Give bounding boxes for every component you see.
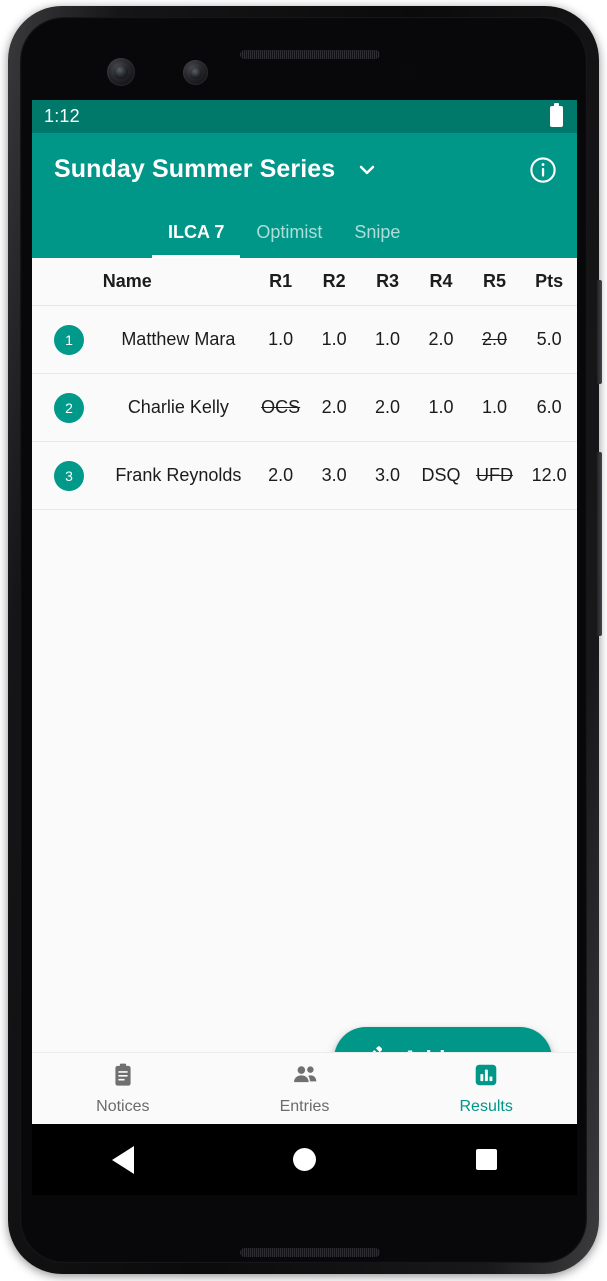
class-tab-bar: ILCA 7 Optimist Snipe	[32, 206, 577, 258]
rank-cell: 3	[32, 442, 95, 510]
score-r4: DSQ	[421, 465, 461, 485]
results-table-header: Name R1 R2 R3 R4 R5 Pts	[32, 258, 577, 306]
tab-label: Optimist	[256, 221, 323, 242]
back-triangle-icon[interactable]	[111, 1145, 134, 1174]
rank-cell: 2	[32, 374, 95, 442]
rank-badge: 2	[54, 392, 84, 423]
score-r1: 1.0	[268, 329, 294, 349]
info-circle-icon[interactable]	[523, 150, 563, 190]
tab-label: ILCA 7	[168, 221, 225, 242]
android-navigation-bar	[32, 1124, 577, 1195]
battery-full-icon	[550, 103, 563, 127]
header-r5: R5	[467, 258, 522, 306]
table-row[interactable]: 2 Charlie Kelly OCS 2.0 2.0 1.0 1.0 6.0	[32, 374, 577, 442]
power-button[interactable]	[597, 280, 602, 384]
competitor-name: Frank Reynolds	[115, 464, 242, 485]
nav-item-notices[interactable]: Notices	[32, 1053, 214, 1124]
total-points: 6.0	[536, 397, 562, 417]
score-r3: 3.0	[375, 465, 401, 485]
score-r3: 2.0	[375, 397, 401, 417]
rank-badge: 3	[54, 460, 84, 491]
phone-screen: 1:12 Sunday Summer Series ILCA 7 Optimis…	[32, 100, 577, 1195]
tab-snipe[interactable]: Snipe	[338, 206, 416, 258]
tab-ilca-7[interactable]: ILCA 7	[152, 206, 241, 258]
score-r1: OCS	[261, 397, 301, 417]
rank-cell: 1	[32, 306, 95, 374]
nav-item-results[interactable]: Results	[395, 1053, 577, 1124]
bottom-speaker-grille	[240, 1248, 380, 1257]
earpiece-speaker	[240, 50, 380, 59]
bar-chart-icon	[473, 1062, 499, 1093]
header-r4: R4	[414, 258, 468, 306]
competitor-name: Matthew Mara	[121, 328, 236, 349]
page-title: Sunday Summer Series	[54, 155, 336, 183]
total-points: 12.0	[531, 465, 567, 485]
front-camera-icon	[107, 58, 135, 86]
tab-optimist[interactable]: Optimist	[240, 206, 338, 258]
results-table: Name R1 R2 R3 R4 R5 Pts 1 Matthew Mara 1…	[32, 258, 577, 510]
header-name: Name	[94, 258, 254, 306]
app-bar-top-row: Sunday Summer Series	[32, 133, 577, 206]
nav-label: Notices	[96, 1097, 150, 1115]
volume-button[interactable]	[597, 452, 602, 636]
front-camera-secondary-icon	[183, 60, 208, 85]
score-r4: 2.0	[428, 329, 454, 349]
competitor-name: Charlie Kelly	[127, 396, 229, 417]
clipboard-icon	[110, 1062, 136, 1093]
results-table-body: 1 Matthew Mara 1.0 1.0 1.0 2.0 2.0 5.0 2…	[32, 306, 577, 510]
score-r3: 1.0	[375, 329, 401, 349]
app-bar: Sunday Summer Series ILCA 7 Optimist Sni…	[32, 133, 577, 258]
score-r2: 2.0	[321, 397, 347, 417]
table-row[interactable]: 1 Matthew Mara 1.0 1.0 1.0 2.0 2.0 5.0	[32, 306, 577, 374]
status-bar: 1:12	[32, 100, 577, 133]
tab-bar-spacer	[38, 206, 152, 258]
score-r5: 2.0	[481, 329, 507, 349]
chevron-down-icon[interactable]	[349, 152, 385, 188]
status-bar-time: 1:12	[44, 106, 80, 126]
header-pts: Pts	[521, 258, 577, 306]
score-r5: UFD	[475, 465, 513, 485]
header-rank	[32, 258, 95, 306]
score-r5: 1.0	[481, 397, 507, 417]
header-r3: R3	[360, 258, 415, 306]
score-r4: 1.0	[428, 397, 454, 417]
tab-label: Snipe	[354, 221, 401, 242]
nav-label: Entries	[279, 1097, 330, 1115]
home-circle-icon[interactable]	[293, 1148, 317, 1171]
rank-badge: 1	[54, 324, 84, 355]
score-r2: 3.0	[321, 465, 347, 485]
header-r2: R2	[307, 258, 361, 306]
people-icon	[291, 1062, 319, 1093]
nav-label: Results	[459, 1097, 513, 1115]
bottom-navigation-bar: Notices Entries Results	[32, 1052, 577, 1124]
score-r1: 2.0	[268, 465, 294, 485]
results-content: Name R1 R2 R3 R4 R5 Pts 1 Matthew Mara 1…	[32, 258, 577, 1124]
score-r2: 1.0	[321, 329, 347, 349]
table-header-row: Name R1 R2 R3 R4 R5 Pts	[32, 258, 577, 306]
recents-square-icon[interactable]	[476, 1149, 498, 1170]
total-points: 5.0	[536, 329, 562, 349]
header-r1: R1	[253, 258, 308, 306]
proximity-sensor	[397, 63, 417, 83]
table-row[interactable]: 3 Frank Reynolds 2.0 3.0 3.0 DSQ UFD 12.…	[32, 442, 577, 510]
nav-item-entries[interactable]: Entries	[214, 1053, 396, 1124]
